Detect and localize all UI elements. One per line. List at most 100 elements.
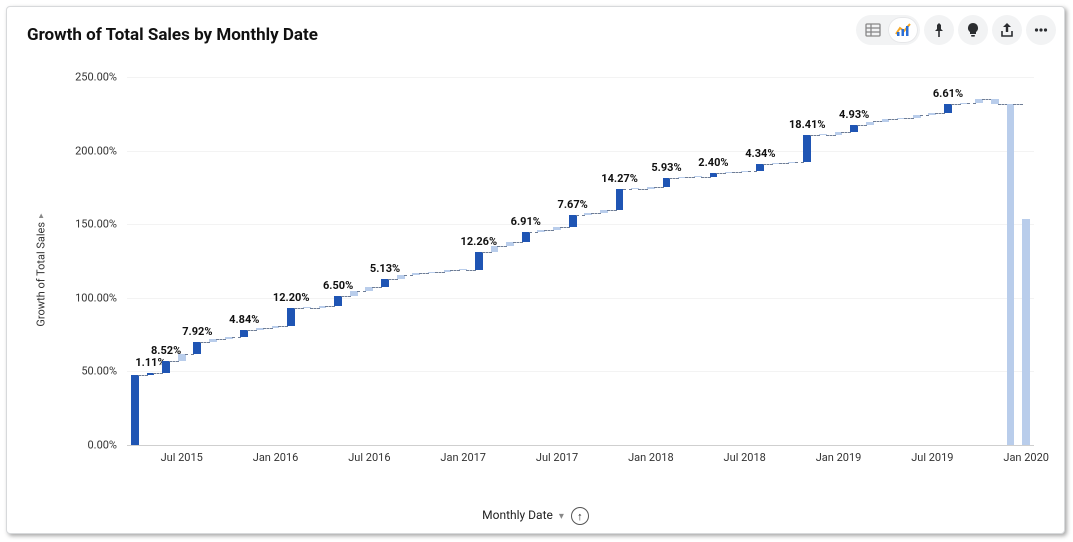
connector-line (263, 328, 273, 329)
share-button[interactable] (992, 15, 1022, 45)
data-label: 7.67% (558, 198, 588, 211)
chart-card: Growth of Total Sales by Monthly Date (6, 6, 1065, 534)
chart-icon (895, 22, 911, 38)
y-tick-label: 100.00% (75, 291, 127, 304)
connector-line (591, 213, 601, 214)
waterfall-bar[interactable] (131, 375, 139, 445)
connector-line (513, 242, 523, 243)
connector-line (888, 119, 898, 120)
waterfall-bar[interactable] (569, 215, 577, 226)
more-icon (1033, 22, 1049, 38)
data-label: 8.52% (151, 344, 181, 357)
data-label: 7.92% (182, 325, 212, 338)
x-tick-label: Jan 2020 (1003, 445, 1049, 464)
waterfall-bar[interactable] (522, 232, 530, 242)
data-label: 1.11% (135, 356, 165, 369)
insight-button[interactable] (958, 15, 988, 45)
x-tick-label: Jul 2018 (724, 445, 766, 464)
pin-button[interactable] (924, 15, 954, 45)
chart-view-button[interactable] (888, 17, 918, 43)
x-tick-label: Jul 2017 (536, 445, 578, 464)
waterfall-bar[interactable] (287, 308, 295, 326)
connector-line (216, 339, 226, 340)
connector-line (529, 232, 539, 233)
connector-line (716, 173, 726, 174)
connector-line (920, 115, 930, 116)
connector-line (826, 135, 836, 136)
chevron-right-icon: ▸ (36, 213, 46, 218)
waterfall-bar[interactable] (381, 279, 389, 287)
connector-line (185, 354, 195, 355)
connector-line (763, 164, 773, 165)
table-icon (865, 22, 881, 38)
waterfall-bar[interactable] (1022, 219, 1030, 445)
waterfall-bar[interactable] (616, 189, 624, 210)
waterfall-bar[interactable] (162, 361, 170, 374)
waterfall-bar[interactable] (475, 252, 483, 270)
waterfall-bar[interactable] (850, 125, 858, 132)
x-axis-title-text: Monthly Date (482, 508, 553, 522)
table-view-button[interactable] (858, 17, 888, 43)
x-axis-title[interactable]: Monthly Date ▾ ↑ (7, 507, 1064, 525)
connector-line (372, 287, 382, 288)
connector-line (419, 273, 429, 274)
connector-line (1013, 104, 1023, 105)
x-tick-label: Jan 2019 (816, 445, 862, 464)
waterfall-bar[interactable] (944, 104, 952, 114)
waterfall-bar[interactable] (663, 178, 671, 187)
connector-line (576, 215, 586, 216)
connector-line (278, 326, 288, 327)
y-axis-title[interactable]: Growth of Total Sales ▸ (35, 213, 48, 326)
share-icon (999, 22, 1015, 38)
connector-line (357, 291, 367, 292)
connector-line (935, 113, 945, 114)
waterfall-bar[interactable] (803, 135, 811, 162)
waterfall-bar[interactable] (334, 296, 342, 306)
card-header: Growth of Total Sales by Monthly Date (7, 7, 1064, 63)
waterfall-bar[interactable] (240, 330, 248, 337)
y-axis-title-wrap: Growth of Total Sales ▸ (27, 67, 57, 473)
connector-line (341, 296, 351, 297)
view-toggle (856, 15, 920, 45)
plot-inner: 0.00%50.00%100.00%150.00%200.00%250.00%J… (127, 77, 1034, 445)
connector-line (325, 306, 335, 307)
connector-line (779, 163, 789, 164)
card-toolbar (856, 15, 1056, 45)
connector-line (388, 279, 398, 280)
x-tick-label: Jul 2015 (161, 445, 203, 464)
x-tick-label: Jul 2019 (911, 445, 953, 464)
x-tick-label: Jan 2016 (253, 445, 299, 464)
y-axis-title-text: Growth of Total Sales (35, 222, 48, 327)
connector-line (310, 308, 320, 309)
data-label: 6.91% (511, 215, 541, 228)
data-label: 6.50% (323, 279, 353, 292)
chart-plot: Growth of Total Sales ▸ 0.00%50.00%100.0… (27, 67, 1044, 473)
connector-line (497, 246, 507, 247)
data-label: 18.41% (789, 118, 826, 131)
x-tick-label: Jan 2018 (628, 445, 674, 464)
connector-line (435, 272, 445, 273)
gridline (127, 371, 1034, 372)
y-tick-label: 250.00% (75, 71, 127, 84)
connector-line (560, 227, 570, 228)
waterfall-bar[interactable] (193, 342, 201, 354)
connector-line (732, 172, 742, 173)
connector-line (857, 125, 867, 126)
data-label: 5.13% (370, 262, 400, 275)
more-button[interactable] (1026, 15, 1056, 45)
connector-line (810, 135, 820, 136)
gridline (127, 298, 1034, 299)
data-label: 2.40% (698, 156, 728, 169)
waterfall-bar[interactable] (178, 354, 186, 361)
connector-line (232, 337, 242, 338)
connector-line (623, 189, 633, 190)
x-tick-label: Jan 2017 (440, 445, 486, 464)
data-label: 4.34% (745, 147, 775, 160)
waterfall-bar[interactable] (1007, 104, 1015, 445)
connector-line (748, 171, 758, 172)
data-label: 4.84% (229, 313, 259, 326)
sort-ascending-icon[interactable]: ↑ (571, 507, 589, 525)
connector-line (951, 104, 961, 105)
gridline (127, 224, 1034, 225)
y-tick-label: 0.00% (87, 439, 127, 452)
